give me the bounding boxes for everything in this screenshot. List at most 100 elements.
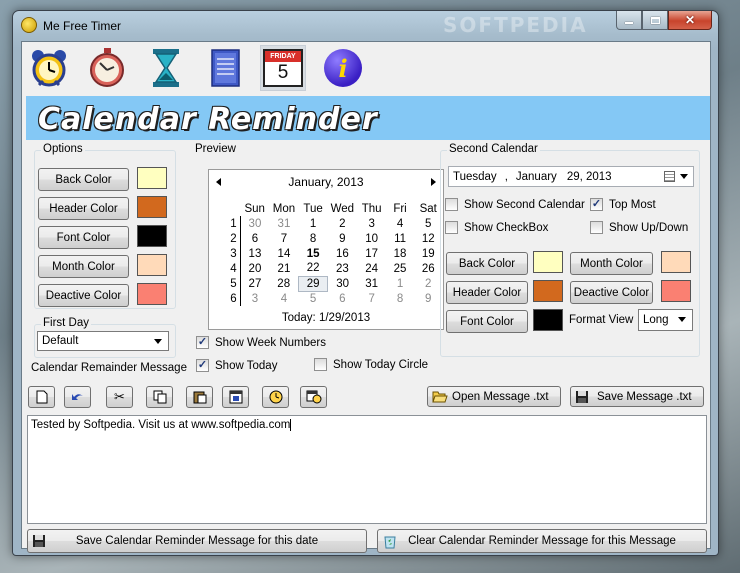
- calendar-day[interactable]: 4: [386, 216, 414, 231]
- back-color-swatch[interactable]: [137, 167, 167, 189]
- calendar-dropdown-icon[interactable]: [664, 171, 675, 182]
- calendar-day[interactable]: 29: [298, 275, 329, 292]
- calendar-day[interactable]: 1: [299, 216, 328, 231]
- show-second-calendar-checkbox[interactable]: Show Second Calendar: [445, 198, 585, 211]
- calendar-day[interactable]: 31: [357, 276, 386, 291]
- calendar-day[interactable]: 23: [328, 261, 358, 276]
- second-back-color-swatch[interactable]: [533, 251, 563, 273]
- show-today-circle-checkbox[interactable]: Show Today Circle: [314, 358, 428, 371]
- paste-button[interactable]: [186, 386, 213, 408]
- calendar-day[interactable]: 6: [328, 291, 358, 306]
- calendar-day[interactable]: 22: [299, 261, 328, 276]
- calendar-day[interactable]: 10: [357, 231, 386, 246]
- calendar-day[interactable]: 14: [269, 246, 298, 261]
- hourglass-button[interactable]: [143, 45, 189, 91]
- copy-button[interactable]: [146, 386, 173, 408]
- minimize-button[interactable]: [616, 11, 642, 30]
- font-color-button[interactable]: Font Color: [38, 226, 129, 249]
- calendar-day[interactable]: 1: [386, 276, 414, 291]
- show-up-down-checkbox[interactable]: Show Up/Down: [590, 221, 688, 234]
- close-button[interactable]: ✕: [668, 11, 712, 30]
- calendar-day[interactable]: 19: [414, 246, 443, 261]
- header-color-button[interactable]: Header Color: [38, 197, 129, 220]
- second-deactive-color-swatch[interactable]: [661, 280, 691, 302]
- calendar-day[interactable]: 24: [357, 261, 386, 276]
- calendar-day[interactable]: 7: [269, 231, 298, 246]
- calendar-day[interactable]: 3: [357, 216, 386, 231]
- calendar-day[interactable]: 17: [357, 246, 386, 261]
- notepad-button[interactable]: [202, 45, 248, 91]
- calendar-day[interactable]: 31: [269, 216, 298, 231]
- alarm-clock-button[interactable]: [26, 45, 72, 91]
- top-most-checkbox[interactable]: ✓ Top Most: [590, 198, 656, 211]
- header-color-swatch[interactable]: [137, 196, 167, 218]
- calendar-day[interactable]: 12: [414, 231, 443, 246]
- new-message-button[interactable]: [28, 386, 55, 408]
- calendar-button[interactable]: FRIDAY 5: [260, 45, 306, 91]
- calendar-day[interactable]: 9: [328, 231, 358, 246]
- calendar-day[interactable]: 4: [269, 291, 298, 306]
- calendar-day[interactable]: 5: [414, 216, 443, 231]
- calendar-day[interactable]: 25: [386, 261, 414, 276]
- show-checkbox-checkbox[interactable]: Show CheckBox: [445, 221, 548, 234]
- deactive-color-swatch[interactable]: [137, 283, 167, 305]
- calendar-day[interactable]: 20: [240, 261, 269, 276]
- calendar-day[interactable]: 6: [240, 231, 269, 246]
- insert-time-button[interactable]: [262, 386, 289, 408]
- first-day-select[interactable]: Default: [37, 331, 169, 351]
- calendar-day[interactable]: 16: [328, 246, 358, 261]
- save-message-button[interactable]: Save Message .txt: [570, 386, 704, 407]
- font-color-swatch[interactable]: [137, 225, 167, 247]
- calendar-day[interactable]: 2: [328, 216, 358, 231]
- calendar-day[interactable]: 11: [386, 231, 414, 246]
- second-calendar-date-picker[interactable]: Tuesday , January 29, 2013: [448, 166, 694, 187]
- today-link[interactable]: Today: 1/29/2013: [209, 312, 443, 324]
- second-deactive-color-button[interactable]: Deactive Color: [570, 281, 653, 304]
- calendar-day[interactable]: 27: [240, 276, 269, 291]
- back-color-button[interactable]: Back Color: [38, 168, 129, 191]
- second-header-color-button[interactable]: Header Color: [446, 281, 528, 304]
- calendar-day[interactable]: 8: [299, 231, 328, 246]
- calendar-day[interactable]: 28: [269, 276, 298, 291]
- second-back-color-button[interactable]: Back Color: [446, 252, 528, 275]
- calendar-day[interactable]: 30: [328, 276, 358, 291]
- calendar-day[interactable]: 2: [414, 276, 443, 291]
- format-view-select[interactable]: Long: [638, 309, 693, 331]
- reminder-message-textarea[interactable]: Tested by Softpedia. Visit us at www.sof…: [27, 415, 707, 524]
- save-reminder-button[interactable]: Save Calendar Reminder Message for this …: [27, 529, 367, 553]
- maximize-button[interactable]: [642, 11, 668, 30]
- insert-date-time-button[interactable]: [300, 386, 327, 408]
- second-header-color-swatch[interactable]: [533, 280, 563, 302]
- calendar-day[interactable]: 7: [357, 291, 386, 306]
- info-button[interactable]: i: [320, 45, 366, 91]
- title-bar[interactable]: Me Free Timer SOFTPEDIA ✕: [13, 11, 718, 41]
- calendar-day[interactable]: 13: [240, 246, 269, 261]
- month-color-swatch[interactable]: [137, 254, 167, 276]
- open-message-button[interactable]: Open Message .txt: [427, 386, 561, 407]
- second-font-color-button[interactable]: Font Color: [446, 310, 528, 333]
- calendar-day[interactable]: 8: [386, 291, 414, 306]
- calendar-day[interactable]: 3: [240, 291, 269, 306]
- cut-button[interactable]: ✂: [106, 386, 133, 408]
- calendar-day[interactable]: 5: [299, 291, 328, 306]
- calendar-day[interactable]: 26: [414, 261, 443, 276]
- clear-reminder-button[interactable]: Clear Calendar Reminder Message for this…: [377, 529, 707, 553]
- calendar-day[interactable]: 15: [299, 246, 328, 261]
- calendar-month-title[interactable]: January, 2013: [209, 175, 443, 189]
- second-month-color-button[interactable]: Month Color: [570, 252, 653, 275]
- show-week-numbers-checkbox[interactable]: ✓ Show Week Numbers: [196, 336, 326, 349]
- chevron-down-icon[interactable]: [680, 174, 688, 179]
- undo-button[interactable]: [64, 386, 91, 408]
- month-color-button[interactable]: Month Color: [38, 255, 129, 278]
- show-today-checkbox[interactable]: ✓ Show Today: [196, 359, 277, 372]
- calendar-day[interactable]: 30: [240, 216, 269, 231]
- calendar-day[interactable]: 21: [269, 261, 298, 276]
- deactive-color-button[interactable]: Deactive Color: [38, 284, 129, 307]
- stopwatch-button[interactable]: [84, 45, 130, 91]
- insert-date-button[interactable]: [222, 386, 249, 408]
- second-month-color-swatch[interactable]: [661, 251, 691, 273]
- preview-calendar[interactable]: January, 2013 Sun Mon Tue Wed Thu Fri Sat 1 30 31…: [208, 169, 444, 330]
- second-font-color-swatch[interactable]: [533, 309, 563, 331]
- calendar-day[interactable]: 18: [386, 246, 414, 261]
- calendar-day[interactable]: 9: [414, 291, 443, 306]
